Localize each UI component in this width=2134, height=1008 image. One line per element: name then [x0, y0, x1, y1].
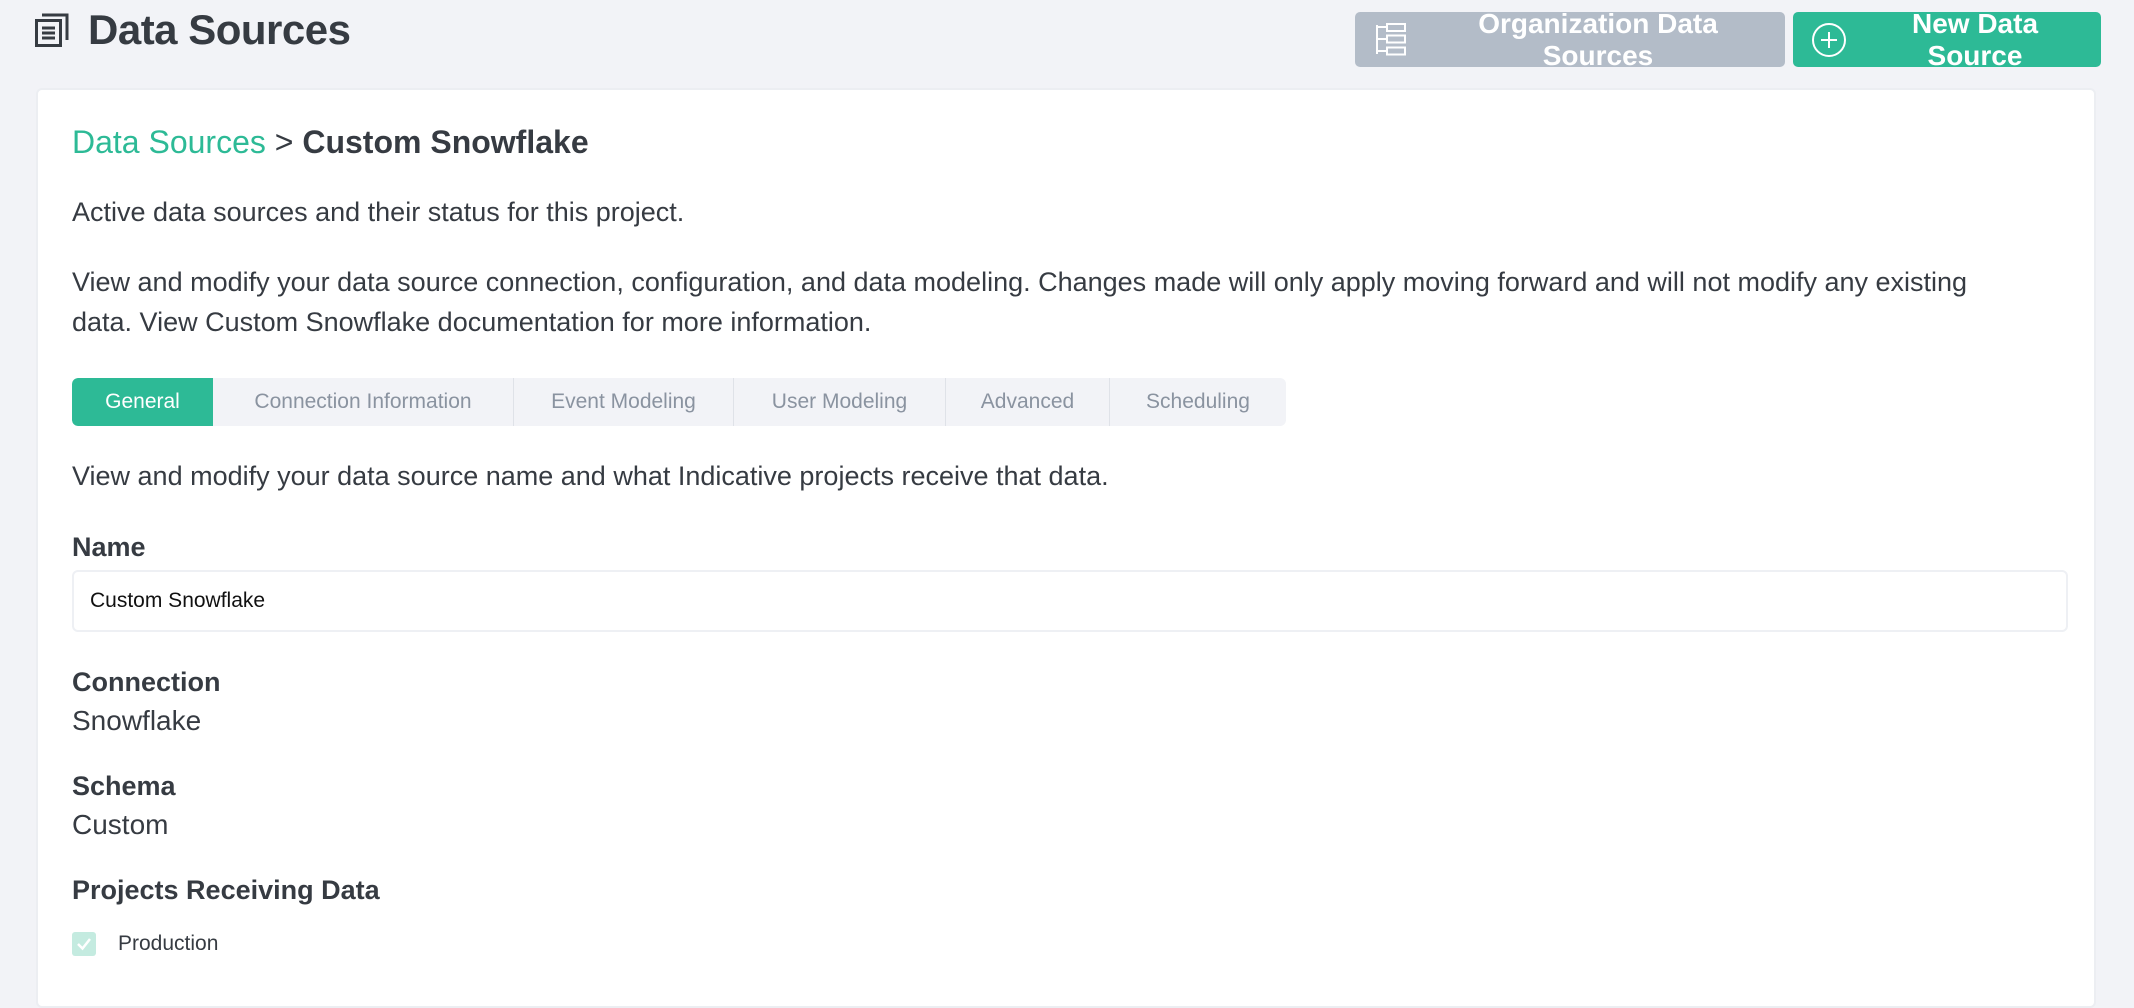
- tab-user-modeling[interactable]: User Modeling: [734, 378, 946, 426]
- general-description: View and modify your data source name an…: [72, 461, 1109, 491]
- new-data-source-label: New Data Source: [1911, 7, 2039, 71]
- tab-event-modeling[interactable]: Event Modeling: [514, 378, 734, 426]
- name-input[interactable]: [72, 570, 2068, 632]
- breadcrumb-separator: >: [274, 124, 294, 160]
- checkmark-icon: [77, 938, 91, 951]
- page-title-wrap: Data Sources: [34, 6, 351, 54]
- plus-circle-icon: [1811, 22, 1847, 58]
- breadcrumb: Data Sources > Custom Snowflake: [72, 122, 589, 162]
- breadcrumb-current: Custom Snowflake: [302, 124, 589, 160]
- connection-label: Connection: [72, 667, 221, 697]
- production-label: Production: [118, 932, 219, 955]
- connection-value: Snowflake: [72, 705, 202, 736]
- production-checkbox[interactable]: [72, 932, 96, 956]
- tab-connection-information[interactable]: Connection Information: [213, 378, 514, 426]
- projects-receiving-data-label: Projects Receiving Data: [72, 875, 380, 905]
- tab-bar: General Connection Information Event Mod…: [72, 378, 1286, 426]
- intro-text: Active data sources and their status for…: [72, 197, 685, 227]
- hierarchy-icon: [1373, 22, 1409, 58]
- schema-label: Schema: [72, 771, 176, 801]
- schema-value: Custom: [72, 809, 169, 840]
- breadcrumb-data-sources-link[interactable]: Data Sources: [72, 124, 266, 160]
- documents-icon: [34, 12, 70, 48]
- organization-data-sources-button[interactable]: Organization Data Sources: [1355, 8, 1785, 71]
- description-text: View and modify your data source connect…: [72, 267, 1968, 337]
- tab-general[interactable]: General: [72, 378, 213, 426]
- page-title: Data Sources: [88, 6, 351, 53]
- data-source-card: Data Sources > Custom Snowflake Active d…: [36, 88, 2096, 1008]
- tab-scheduling[interactable]: Scheduling: [1110, 378, 1286, 426]
- name-label: Name: [72, 532, 146, 562]
- tab-advanced[interactable]: Advanced: [946, 378, 1110, 426]
- page-header: Data Sources Organization Data Sources N…: [0, 0, 2134, 71]
- new-data-source-button[interactable]: New Data Source: [1793, 8, 2101, 71]
- header-actions: Organization Data Sources New Data Sourc…: [1355, 8, 2101, 71]
- project-item: Production: [72, 932, 218, 956]
- organization-data-sources-label: Organization Data Sources: [1478, 7, 1718, 71]
